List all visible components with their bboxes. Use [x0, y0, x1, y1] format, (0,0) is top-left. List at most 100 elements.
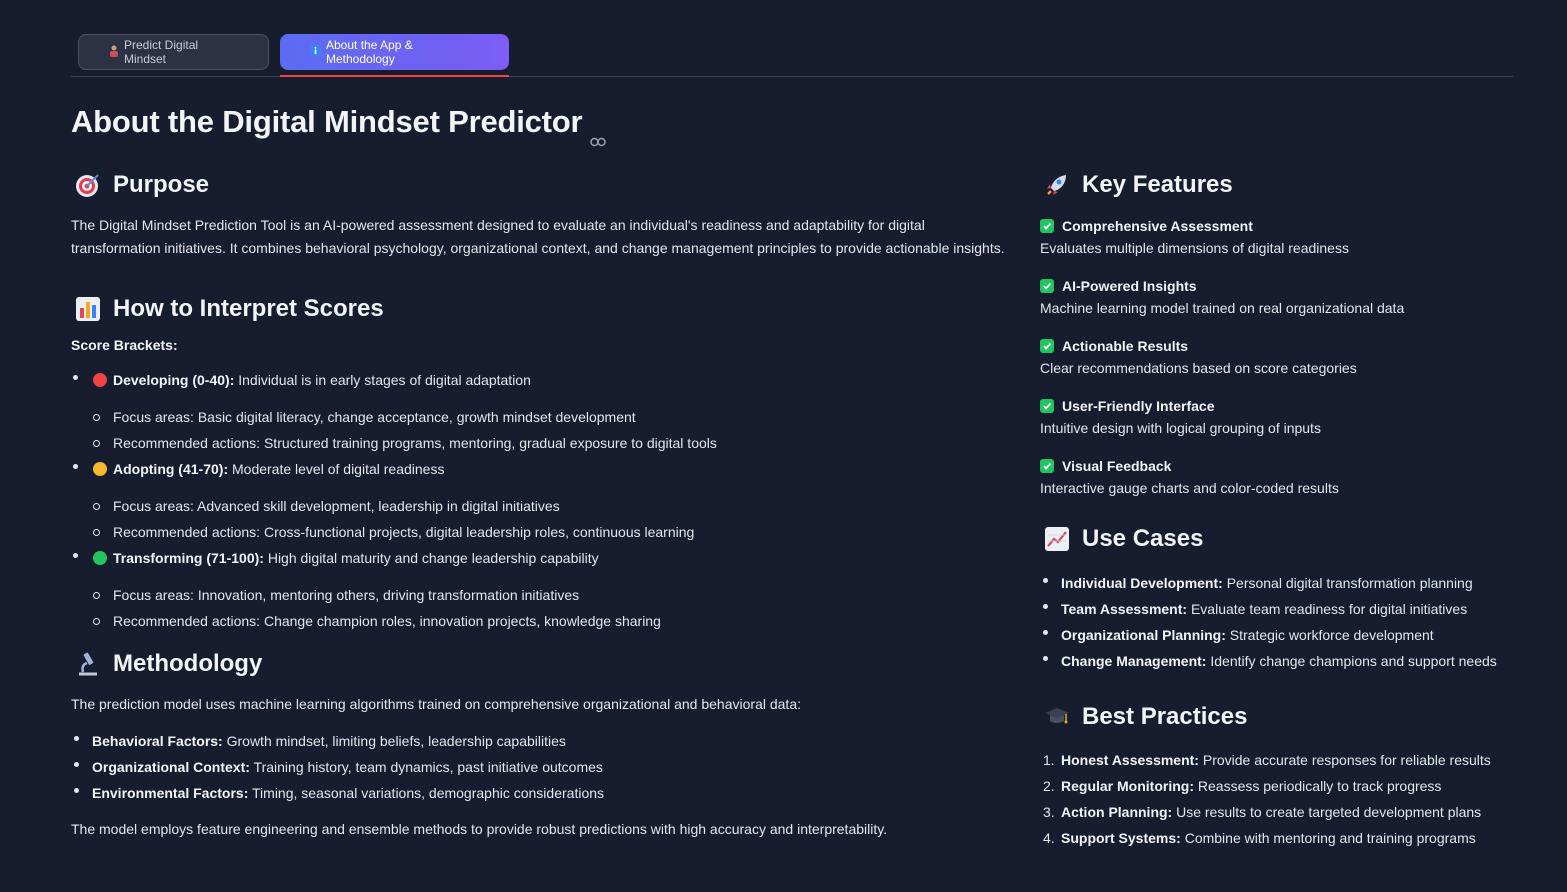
- rocket-icon: [1042, 170, 1072, 200]
- use-case-label: Change Management:: [1061, 653, 1207, 669]
- factor-desc: Growth mindset, limiting beliefs, leader…: [226, 733, 566, 749]
- best-practices-list: 1. Honest Assessment: Provide accurate re…: [1043, 747, 1520, 851]
- feature-item: User-Friendly Interface Intuitive design…: [1040, 394, 1520, 440]
- best-practices-heading: Best Practices: [1040, 700, 1520, 734]
- bracket-label: Adopting (41-70):: [113, 461, 229, 477]
- list-item: Recommended actions: Structured training…: [93, 430, 1011, 456]
- active-tab-indicator: [280, 75, 509, 77]
- use-cases-list: Individual Development: Personal digital…: [1043, 570, 1520, 674]
- feature-item: Comprehensive Assessment Evaluates multi…: [1040, 214, 1520, 260]
- practice-label: Action Planning:: [1061, 804, 1173, 820]
- tab-predict[interactable]: Predict Digital Mindset: [78, 34, 269, 70]
- link-icon[interactable]: [590, 119, 607, 147]
- list-number: 4.: [1043, 830, 1055, 846]
- section-title: Methodology: [113, 650, 263, 677]
- feature-desc: Evaluates multiple dimensions of digital…: [1040, 240, 1349, 256]
- green-circle-icon: [93, 551, 107, 565]
- features-heading: Key Features: [1040, 168, 1520, 202]
- bracket-adopting: Adopting (41-70): Moderate level of digi…: [73, 456, 1011, 540]
- purpose-text: The Digital Mindset Prediction Tool is a…: [71, 217, 1005, 256]
- list-item: Organizational Context: Training history…: [74, 754, 1011, 780]
- practice-desc: Provide accurate responses for reliable …: [1202, 752, 1491, 768]
- yellow-circle-icon: [93, 462, 107, 476]
- bracket-developing: Developing (0-40): Individual is in earl…: [73, 367, 1011, 451]
- feature-title: Actionable Results: [1040, 334, 1520, 357]
- use-cases-heading: Use Cases: [1040, 522, 1520, 556]
- practice-desc: Combine with mentoring and training prog…: [1184, 830, 1476, 846]
- score-brackets-list: Developing (0-40): Individual is in earl…: [73, 367, 1011, 629]
- list-number: 1.: [1043, 752, 1055, 768]
- list-item: 3. Action Planning: Use results to create…: [1043, 799, 1520, 825]
- tab-label: Predict Digital Mindset: [124, 38, 199, 66]
- list-item: Focus areas: Basic digital literacy, cha…: [93, 404, 1011, 430]
- page-title-text: About the Digital Mindset Predictor: [71, 104, 583, 139]
- factor-label: Behavioral Factors:: [92, 733, 223, 749]
- list-number: 2.: [1043, 778, 1055, 794]
- target-icon: [73, 170, 103, 200]
- section-title: Purpose: [113, 171, 210, 198]
- list-item: 1. Honest Assessment: Provide accurate re…: [1043, 747, 1520, 773]
- check-icon: [1040, 398, 1054, 413]
- feature-title: User-Friendly Interface: [1040, 394, 1520, 417]
- factor-desc: Timing, seasonal variations, demographic…: [252, 785, 605, 801]
- factor-desc: Training history, team dynamics, past in…: [253, 759, 603, 775]
- use-case-label: Individual Development:: [1061, 575, 1223, 591]
- check-icon: [1040, 218, 1054, 233]
- tab-bar: Predict Digital Mindset About the App & …: [78, 34, 509, 70]
- bracket-sublist: Focus areas: Innovation, mentoring other…: [93, 582, 1011, 634]
- interpret-heading: How to Interpret Scores: [71, 292, 1011, 326]
- feature-title-text: Actionable Results: [1062, 337, 1189, 354]
- practice-desc: Reassess periodically to track progress: [1197, 778, 1442, 794]
- practice-desc: Use results to create targeted developme…: [1176, 804, 1482, 820]
- feature-desc: Interactive gauge charts and color-coded…: [1040, 480, 1339, 496]
- feature-title: Visual Feedback: [1040, 454, 1520, 477]
- list-item: Organizational Planning: Strategic workf…: [1043, 622, 1520, 648]
- check-icon: [1040, 278, 1054, 293]
- methodology-outro: The model employs feature engineering an…: [71, 821, 888, 837]
- list-item: 2. Regular Monitoring: Reassess periodica…: [1043, 773, 1520, 799]
- feature-title-text: User-Friendly Interface: [1062, 397, 1215, 414]
- use-case-label: Organizational Planning:: [1061, 627, 1226, 643]
- factor-label: Environmental Factors:: [92, 785, 249, 801]
- feature-desc: Intuitive design with logical grouping o…: [1040, 420, 1321, 436]
- list-number: 3.: [1043, 804, 1055, 820]
- info-icon: [310, 45, 321, 59]
- practice-label: Honest Assessment:: [1061, 752, 1199, 768]
- bar-chart-icon: [73, 294, 103, 324]
- page-title: About the Digital Mindset Predictor: [71, 104, 607, 147]
- list-item: Individual Development: Personal digital…: [1043, 570, 1520, 596]
- bracket-transforming: Transforming (71-100): High digital matu…: [73, 545, 1011, 629]
- section-title: Key Features: [1082, 171, 1233, 198]
- left-column: Purpose The Digital Mindset Prediction T…: [71, 168, 1011, 841]
- feature-title-text: Visual Feedback: [1062, 457, 1172, 474]
- feature-desc: Machine learning model trained on real o…: [1040, 300, 1405, 316]
- feature-title-text: AI-Powered Insights: [1062, 277, 1197, 294]
- bracket-sublist: Focus areas: Advanced skill development,…: [93, 493, 1011, 545]
- section-title: Use Cases: [1082, 525, 1204, 552]
- score-brackets-label: Score Brackets:: [71, 337, 178, 353]
- list-item: Focus areas: Innovation, mentoring other…: [93, 582, 1011, 608]
- list-item: Behavioral Factors: Growth mindset, limi…: [74, 728, 1011, 754]
- right-column: Key Features Comprehensive Assessment Ev…: [1040, 168, 1520, 851]
- feature-title: AI-Powered Insights: [1040, 274, 1520, 297]
- microscope-icon: [73, 649, 103, 679]
- bracket-label: Transforming (71-100):: [113, 550, 264, 566]
- feature-item: Actionable Results Clear recommendations…: [1040, 334, 1520, 380]
- tab-about[interactable]: About the App & Methodology: [280, 34, 509, 70]
- use-case-desc: Evaluate team readiness for digital init…: [1190, 601, 1468, 617]
- methodology-heading: Methodology: [71, 647, 1011, 681]
- list-item: Team Assessment: Evaluate team readiness…: [1043, 596, 1520, 622]
- feature-title: Comprehensive Assessment: [1040, 214, 1520, 237]
- practice-label: Regular Monitoring:: [1061, 778, 1194, 794]
- methodology-intro: The prediction model uses machine learni…: [71, 696, 801, 712]
- feature-title-text: Comprehensive Assessment: [1062, 217, 1253, 234]
- bracket-desc: Moderate level of digital readiness: [232, 461, 445, 477]
- use-case-desc: Personal digital transformation planning: [1226, 575, 1473, 591]
- list-item: Recommended actions: Cross-functional pr…: [93, 519, 1011, 545]
- section-title: How to Interpret Scores: [113, 295, 384, 322]
- list-item: Focus areas: Advanced skill development,…: [93, 493, 1011, 519]
- list-item: 4. Support Systems: Combine with mentorin…: [1043, 825, 1520, 851]
- use-case-desc: Strategic workforce development: [1229, 627, 1434, 643]
- check-icon: [1040, 338, 1054, 353]
- list-item: Change Management: Identify change champ…: [1043, 648, 1520, 674]
